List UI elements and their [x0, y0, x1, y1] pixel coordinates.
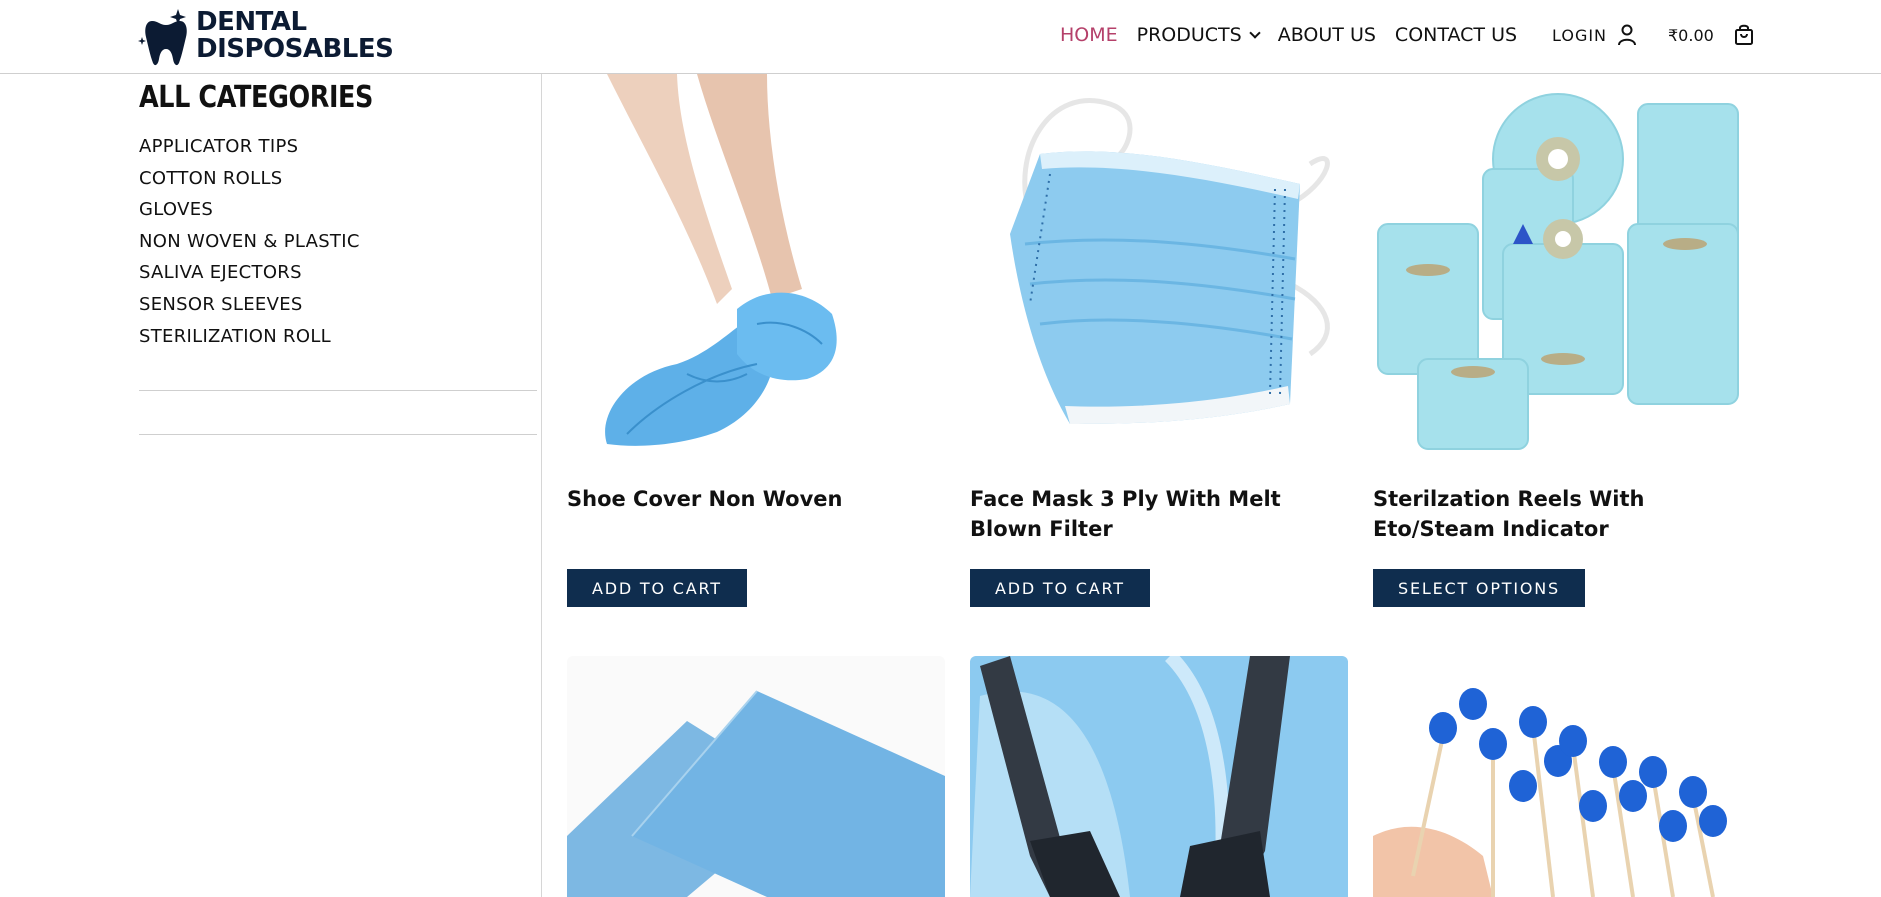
cart-total: ₹0.00 — [1668, 25, 1714, 45]
product-title[interactable]: Shoe Cover Non Woven — [567, 484, 947, 514]
select-options-button[interactable]: SELECT OPTIONS — [1373, 569, 1585, 607]
product-card: Sterilzation Reels With Eto/Steam Indica… — [1373, 74, 1751, 607]
sterilization-reels-image — [1373, 74, 1751, 452]
nav-contact-link[interactable]: CONTACT US — [1395, 24, 1517, 46]
brand-line-2: DISPOSABLES — [196, 34, 394, 64]
brand-line-1: DENTAL — [196, 7, 307, 37]
product-image-face-mask[interactable] — [970, 74, 1348, 452]
category-item[interactable]: APPLICATOR TIPS — [139, 131, 537, 163]
shoe-cover-image — [567, 74, 945, 452]
content-divider — [541, 74, 542, 897]
category-list: APPLICATOR TIPS COTTON ROLLS GLOVES NON … — [139, 131, 537, 352]
category-item[interactable]: NON WOVEN & PLASTIC — [139, 226, 537, 258]
login-link[interactable]: LOGIN — [1552, 24, 1637, 46]
cart-link[interactable]: ₹0.00 — [1668, 24, 1754, 46]
main-nav: HOME PRODUCTS ABOUT US CONTACT US — [1060, 22, 1536, 48]
category-item[interactable]: SALIVA EJECTORS — [139, 257, 537, 289]
sidebar-title: ALL CATEGORIES — [139, 80, 373, 115]
sidebar-divider — [139, 434, 537, 435]
product-title[interactable]: Face Mask 3 Ply With Melt Blown Filter — [970, 484, 1350, 544]
product-card: Face Mask 3 Ply With Melt Blown Filter A… — [970, 74, 1348, 607]
product-image-applicator-tips[interactable] — [1373, 656, 1751, 897]
nav-products-link[interactable]: PRODUCTS — [1136, 24, 1261, 46]
user-icon — [1618, 24, 1637, 46]
blue-sheets-image — [567, 656, 945, 897]
sidebar-divider — [139, 390, 537, 391]
site-header: DENTAL DISPOSABLES HOME PRODUCTS ABOUT U… — [0, 0, 1881, 74]
category-item[interactable]: STERILIZATION ROLL — [139, 321, 537, 353]
tooth-logo-icon — [138, 9, 187, 66]
sensor-sleeves-image — [970, 656, 1348, 897]
site-logo[interactable]: DENTAL DISPOSABLES — [138, 7, 403, 67]
nav-about-link[interactable]: ABOUT US — [1278, 24, 1376, 46]
category-sidebar: ALL CATEGORIES APPLICATOR TIPS COTTON RO… — [139, 74, 537, 435]
nav-home-link[interactable]: HOME — [1060, 24, 1118, 46]
face-mask-image — [970, 74, 1348, 452]
product-image-shoe-cover[interactable] — [567, 74, 945, 452]
shopping-bag-icon — [1734, 24, 1753, 45]
product-image-barrier-film[interactable] — [567, 656, 945, 897]
nav-products-label: PRODUCTS — [1136, 24, 1242, 46]
product-image-sterilization-reels[interactable] — [1373, 74, 1751, 452]
product-image-sensor-sleeves[interactable] — [970, 656, 1348, 897]
add-to-cart-button[interactable]: ADD TO CART — [970, 569, 1150, 607]
category-item[interactable]: COTTON ROLLS — [139, 163, 537, 195]
category-item[interactable]: SENSOR SLEEVES — [139, 289, 537, 321]
category-item[interactable]: GLOVES — [139, 194, 537, 226]
add-to-cart-button[interactable]: ADD TO CART — [567, 569, 747, 607]
product-card: Shoe Cover Non Woven ADD TO CART — [567, 74, 945, 607]
applicator-tips-image — [1373, 656, 1751, 897]
chevron-down-icon — [1249, 26, 1261, 39]
product-title[interactable]: Sterilzation Reels With Eto/Steam Indica… — [1373, 484, 1753, 544]
login-label: LOGIN — [1552, 25, 1608, 45]
